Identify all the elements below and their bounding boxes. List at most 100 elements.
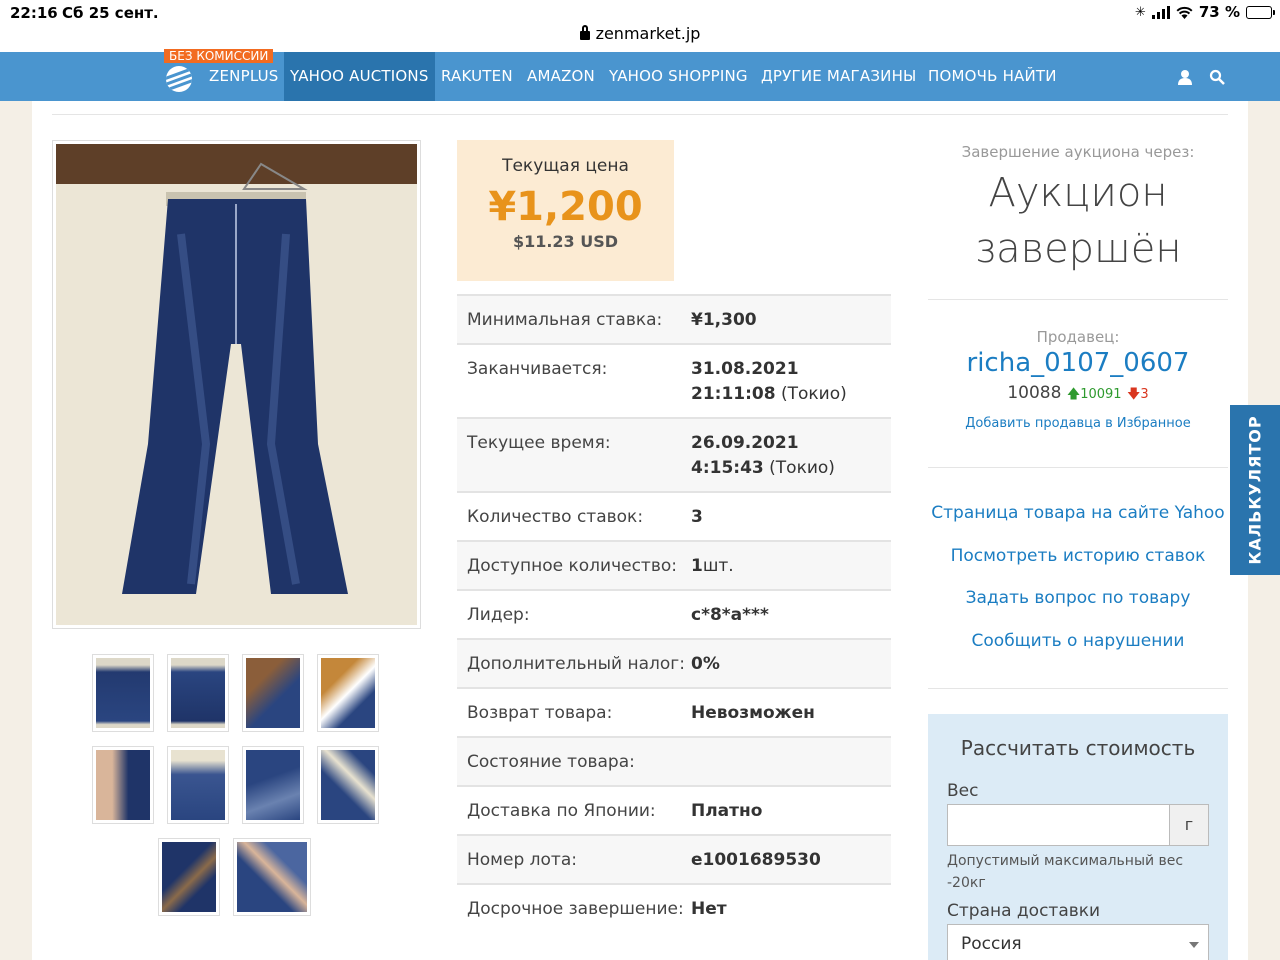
- seller-negative: 3: [1140, 387, 1149, 402]
- weight-hint: Допустимый максимальный вес -20кг: [947, 853, 1184, 891]
- thumbnail[interactable]: [92, 746, 154, 824]
- lock-icon: [579, 25, 590, 40]
- calculator-title: Рассчитать стоимость: [960, 736, 1196, 760]
- detail-row: Доставка по Японии: Платно: [457, 785, 891, 834]
- detail-row: Возврат товара: Невозможен: [457, 687, 891, 736]
- detail-value: 3: [691, 507, 703, 527]
- country-select[interactable]: Россия: [947, 924, 1209, 960]
- detail-suffix: шт.: [702, 556, 734, 576]
- country-value: Россия: [961, 934, 1022, 954]
- search-icon[interactable]: [1209, 69, 1225, 85]
- status-bar: 22:16 Сб 25 сент. zenmarket.jp ✳ 73 %: [0, 0, 1280, 52]
- detail-value: Платно: [691, 801, 763, 821]
- detail-label: Возврат товара:: [467, 703, 613, 723]
- detail-value: 26.09.2021: [691, 433, 799, 453]
- detail-value: e1001689530: [691, 850, 821, 870]
- country-label: Страна доставки: [947, 901, 1101, 921]
- battery-percent: 73 %: [1198, 3, 1240, 21]
- detail-value: [691, 750, 881, 775]
- seller-rating-total: 10088: [1007, 383, 1062, 403]
- thumbnail[interactable]: [158, 838, 220, 916]
- detail-suffix: (Токио): [775, 384, 847, 404]
- calculator-tab-label: КАЛЬКУЛЯТОР: [1245, 415, 1265, 565]
- thumbnail[interactable]: [167, 746, 229, 824]
- detail-label: Доставка по Японии:: [467, 801, 656, 821]
- yahoo-item-page-link[interactable]: Страница товара на сайте Yahoo: [928, 503, 1228, 523]
- detail-row: Номер лота: e1001689530: [457, 834, 891, 883]
- detail-row: Количество ставок: 3: [457, 491, 891, 540]
- detail-suffix: (Токио): [763, 458, 835, 478]
- seller-label: Продавец:: [1036, 328, 1120, 346]
- lot-details-table: Минимальная ставка: ¥1,300 Заканчивается…: [457, 294, 891, 932]
- user-icon[interactable]: [1177, 69, 1193, 85]
- bid-history-link[interactable]: Посмотреть историю ставок: [928, 546, 1228, 566]
- thumbnail[interactable]: [317, 654, 379, 732]
- status-date: Сб 25 сент.: [62, 4, 159, 22]
- detail-value-time: 4:15:43: [691, 458, 764, 478]
- divider: [52, 114, 1228, 115]
- nav-rakuten[interactable]: RAKUTEN: [441, 52, 513, 101]
- seller-positive: 10091: [1080, 387, 1122, 402]
- detail-value: ¥1,300: [691, 310, 757, 330]
- detail-row: Текущее время: 26.09.2021 4:15:43 (Токио): [457, 417, 891, 491]
- thumbnail[interactable]: [167, 654, 229, 732]
- zenmarket-logo-icon[interactable]: [166, 66, 192, 92]
- report-violation-link[interactable]: Сообщить о нарушении: [928, 631, 1228, 651]
- seller-name-link[interactable]: richa_0107_0607: [928, 348, 1228, 378]
- wifi-icon: [1176, 6, 1193, 19]
- detail-row: Состояние товара:: [457, 736, 891, 785]
- detail-label: Досрочное завершение:: [467, 899, 684, 919]
- detail-value: 31.08.2021: [691, 359, 799, 379]
- arrow-up-icon: 🡅: [1066, 387, 1081, 402]
- weight-input[interactable]: [947, 804, 1170, 846]
- shipping-calculator: Рассчитать стоимость Вес г Допустимый ма…: [928, 714, 1228, 960]
- main-product-photo[interactable]: [52, 140, 421, 629]
- price-label: Текущая цена: [502, 156, 629, 176]
- nav-zenplus[interactable]: ZENPLUS: [209, 52, 279, 101]
- detail-row: Дополнительный налог: 0%: [457, 638, 891, 687]
- seller-rating: 10088 🡅10091 🡇3: [928, 383, 1228, 407]
- url-text: zenmarket.jp: [595, 24, 701, 43]
- auction-end-status: Аукцион завершён: [974, 170, 1182, 272]
- detail-value: 0%: [691, 654, 720, 674]
- detail-value: Невозможен: [691, 703, 815, 723]
- divider: [928, 688, 1228, 689]
- thumbnail[interactable]: [233, 838, 311, 916]
- price-usd: $11.23 USD: [512, 232, 619, 251]
- price-value: ¥1,200: [488, 184, 643, 230]
- auction-end-label: Завершение аукциона через:: [961, 143, 1195, 161]
- thumbnail[interactable]: [92, 654, 154, 732]
- calculator-tab[interactable]: КАЛЬКУЛЯТОР: [1230, 405, 1280, 575]
- thumbnail[interactable]: [242, 746, 304, 824]
- nav-amazon[interactable]: AMAZON: [527, 52, 595, 101]
- chevron-down-icon: [1189, 942, 1199, 948]
- thumbnail[interactable]: [242, 654, 304, 732]
- detail-value-time: 21:11:08: [691, 384, 776, 404]
- detail-label: Количество ставок:: [467, 507, 644, 527]
- status-time: 22:16: [10, 4, 58, 22]
- detail-row: Заканчивается: 31.08.2021 21:11:08 (Токио…: [457, 343, 891, 417]
- thumbnail[interactable]: [317, 746, 379, 824]
- address-bar[interactable]: zenmarket.jp: [0, 24, 1280, 43]
- detail-value: Нет: [691, 899, 727, 919]
- detail-row: Лидер: c*8*a***: [457, 589, 891, 638]
- nav-other-stores[interactable]: ДРУГИЕ МАГАЗИНЫ: [761, 52, 916, 101]
- detail-value: 1: [691, 556, 703, 576]
- weight-label: Вес: [947, 781, 979, 801]
- detail-row: Досрочное завершение: Нет: [457, 883, 891, 932]
- detail-label: Доступное количество:: [467, 556, 677, 576]
- nav-yahoo-auctions[interactable]: YAHOO AUCTIONS: [284, 52, 435, 106]
- detail-label: Текущее время:: [467, 433, 611, 453]
- nav-yahoo-shopping[interactable]: YAHOO SHOPPING: [609, 52, 748, 101]
- detail-label: Минимальная ставка:: [467, 310, 663, 330]
- nav-help-find[interactable]: ПОМОЧЬ НАЙТИ: [928, 52, 1057, 101]
- add-seller-favorite-link[interactable]: Добавить продавца в Избранное: [928, 416, 1228, 431]
- detail-row: Минимальная ставка: ¥1,300: [457, 294, 891, 343]
- ask-question-link[interactable]: Задать вопрос по товару: [928, 588, 1228, 608]
- detail-label: Номер лота:: [467, 850, 577, 870]
- weight-unit: г: [1169, 804, 1209, 846]
- detail-value: c*8*a***: [691, 605, 769, 625]
- status-indicators: ✳ 73 %: [1135, 3, 1275, 21]
- arrow-down-icon: 🡇: [1126, 387, 1141, 402]
- divider: [928, 467, 1228, 468]
